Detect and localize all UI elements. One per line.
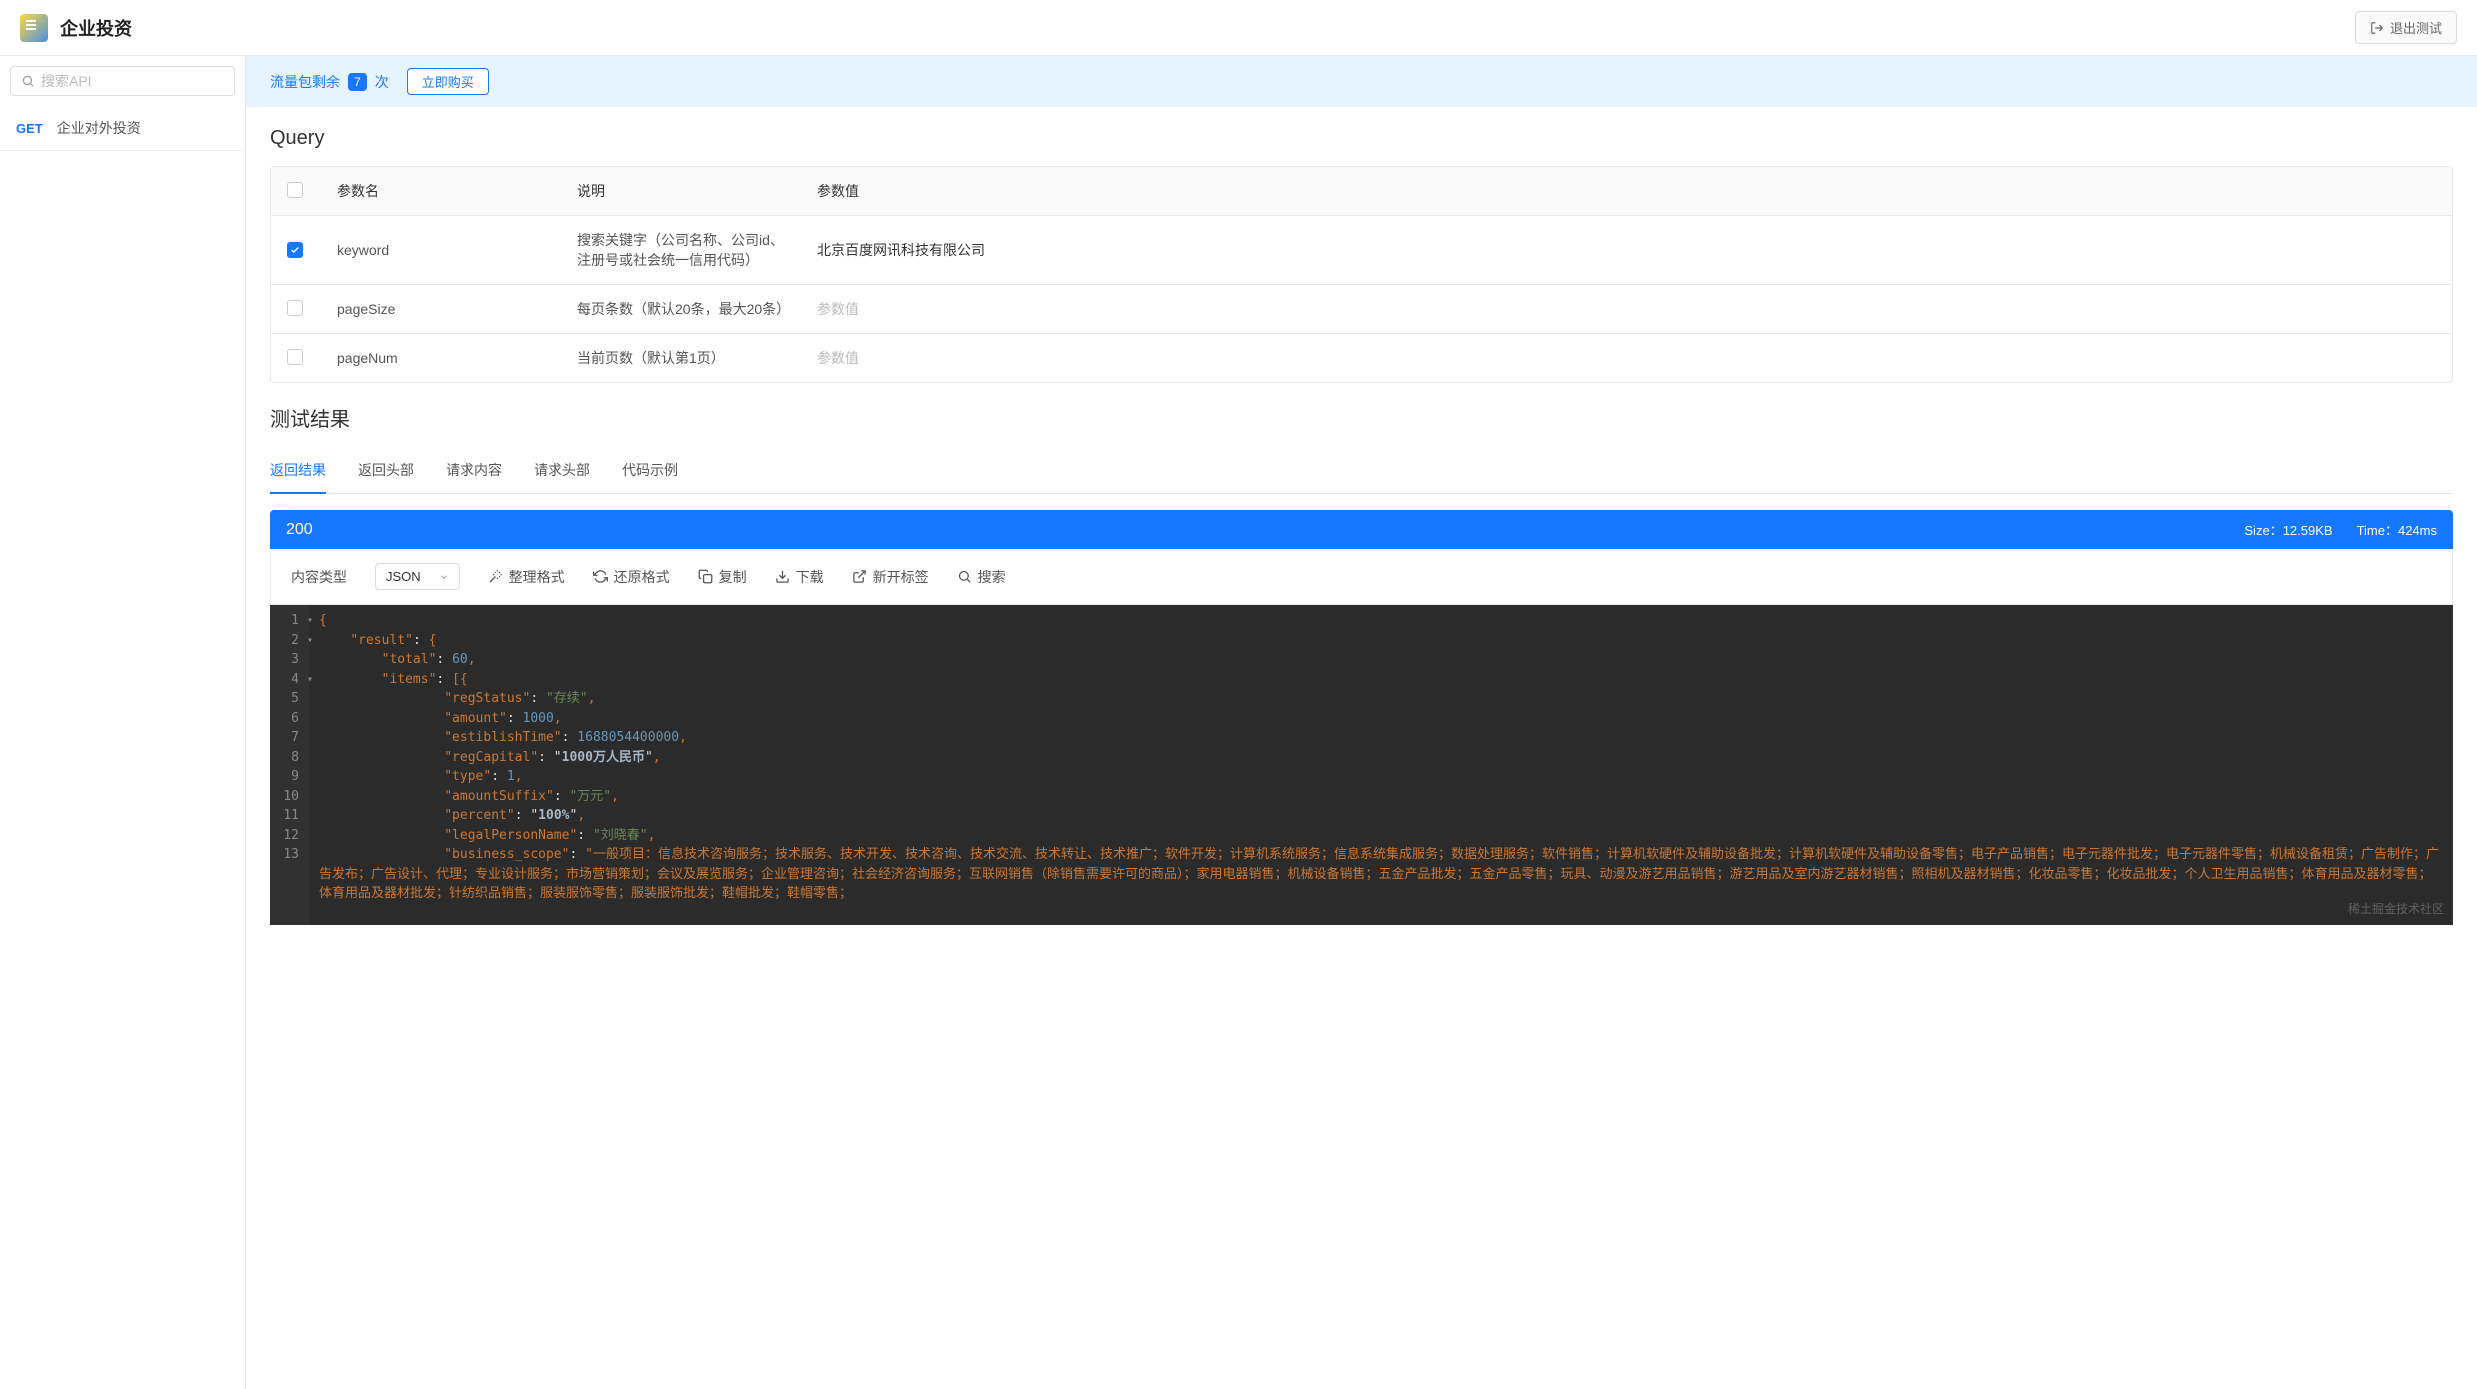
content-type-label: 内容类型 <box>291 567 347 587</box>
tab-response-body[interactable]: 返回结果 <box>270 448 326 494</box>
response-body-editor[interactable]: 1▾ 2▾ 3 4▾ 5678910111213 { "result": { "… <box>270 605 2453 925</box>
exit-test-button[interactable]: 退出测试 <box>2355 11 2457 44</box>
logo-icon <box>20 14 48 42</box>
search-icon <box>957 569 972 584</box>
exit-test-label: 退出测试 <box>2390 18 2442 37</box>
search-icon <box>21 74 35 88</box>
traffic-remaining-label: 流量包剩余 <box>270 72 340 92</box>
result-section-title: 测试结果 <box>270 403 2453 432</box>
chevron-down-icon <box>439 572 449 582</box>
tab-response-headers[interactable]: 返回头部 <box>358 448 414 494</box>
query-params-table: 参数名 说明 参数值 keyword 搜索关键字（公司名称、公司id、注册号或社… <box>270 166 2453 383</box>
content-type-select[interactable]: JSON <box>375 563 460 590</box>
result-tabs: 返回结果 返回头部 请求内容 请求头部 代码示例 <box>270 448 2453 494</box>
restore-button[interactable]: 还原格式 <box>593 567 670 587</box>
api-list-item[interactable]: GET 企业对外投资 <box>0 106 245 151</box>
query-section-title: Query <box>270 127 2453 150</box>
fold-marker-icon[interactable]: ▾ <box>307 633 313 648</box>
refresh-icon <box>593 569 608 584</box>
param-desc-cell: 每页条数（默认20条，最大20条） <box>561 285 801 334</box>
response-time: Time：424ms <box>2357 520 2437 539</box>
code-content: { "result": { "total": 60, "items": [{ "… <box>309 605 2452 924</box>
external-link-icon <box>852 569 867 584</box>
wand-icon <box>488 569 503 584</box>
param-value-header: 参数值 <box>801 167 2452 216</box>
param-desc-header: 说明 <box>561 167 801 216</box>
result-section: 测试结果 返回结果 返回头部 请求内容 请求头部 代码示例 200 Size：1… <box>246 383 2477 925</box>
new-tab-button[interactable]: 新开标签 <box>852 567 929 587</box>
api-name-label: 企业对外投资 <box>57 118 141 138</box>
status-code: 200 <box>286 521 313 539</box>
response-status-bar: 200 Size：12.59KB Time：424ms <box>270 510 2453 549</box>
header: 企业投资 退出测试 <box>0 0 2477 56</box>
param-checkbox[interactable] <box>287 242 303 258</box>
watermark: 稀土掘金技术社区 <box>2348 900 2444 918</box>
param-checkbox[interactable] <box>287 349 303 365</box>
api-method-badge: GET <box>16 121 43 136</box>
format-button[interactable]: 整理格式 <box>488 567 565 587</box>
param-value-input[interactable] <box>817 301 2436 317</box>
copy-icon <box>698 569 713 584</box>
response-size: Size：12.59KB <box>2244 520 2332 539</box>
param-row: pageSize 每页条数（默认20条，最大20条） <box>271 285 2452 334</box>
search-in-result-button[interactable]: 搜索 <box>957 567 1006 587</box>
traffic-bar: 流量包剩余 7 次 立即购买 <box>246 56 2477 107</box>
sidebar: GET 企业对外投资 <box>0 56 246 1389</box>
param-name-cell: pageSize <box>321 285 561 334</box>
param-value-input[interactable] <box>817 242 2436 258</box>
traffic-unit-label: 次 <box>375 72 389 92</box>
copy-button[interactable]: 复制 <box>698 567 747 587</box>
buy-now-button[interactable]: 立即购买 <box>407 68 489 95</box>
main-content: 流量包剩余 7 次 立即购买 Query 参数名 说明 参数值 <box>246 56 2477 1389</box>
param-value-input[interactable] <box>817 350 2436 366</box>
param-row: pageNum 当前页数（默认第1页） <box>271 334 2452 382</box>
page-title: 企业投资 <box>60 15 132 41</box>
download-icon <box>775 569 790 584</box>
result-toolbar: 内容类型 JSON 整理格式 还原格式 复制 <box>270 549 2453 605</box>
tab-request-headers[interactable]: 请求头部 <box>534 448 590 494</box>
param-row: keyword 搜索关键字（公司名称、公司id、注册号或社会统一信用代码） <box>271 216 2452 285</box>
logout-icon <box>2370 21 2384 35</box>
download-button[interactable]: 下载 <box>775 567 824 587</box>
param-name-header: 参数名 <box>321 167 561 216</box>
tab-code-sample[interactable]: 代码示例 <box>622 448 678 494</box>
traffic-count-badge: 7 <box>348 73 367 91</box>
search-api-input[interactable] <box>41 73 224 89</box>
param-checkbox[interactable] <box>287 300 303 316</box>
tab-request-body[interactable]: 请求内容 <box>446 448 502 494</box>
param-desc-cell: 当前页数（默认第1页） <box>561 334 801 382</box>
param-name-cell: pageNum <box>321 334 561 382</box>
param-name-cell: keyword <box>321 216 561 285</box>
select-all-checkbox[interactable] <box>287 182 303 198</box>
line-gutter: 1▾ 2▾ 3 4▾ 5678910111213 <box>271 605 309 924</box>
search-api-input-wrap[interactable] <box>10 66 235 96</box>
content-type-value: JSON <box>386 569 421 584</box>
param-desc-cell: 搜索关键字（公司名称、公司id、注册号或社会统一信用代码） <box>561 216 801 285</box>
query-section: Query 参数名 说明 参数值 keyword <box>246 107 2477 383</box>
fold-marker-icon[interactable]: ▾ <box>307 613 313 628</box>
fold-marker-icon[interactable]: ▾ <box>307 672 313 687</box>
